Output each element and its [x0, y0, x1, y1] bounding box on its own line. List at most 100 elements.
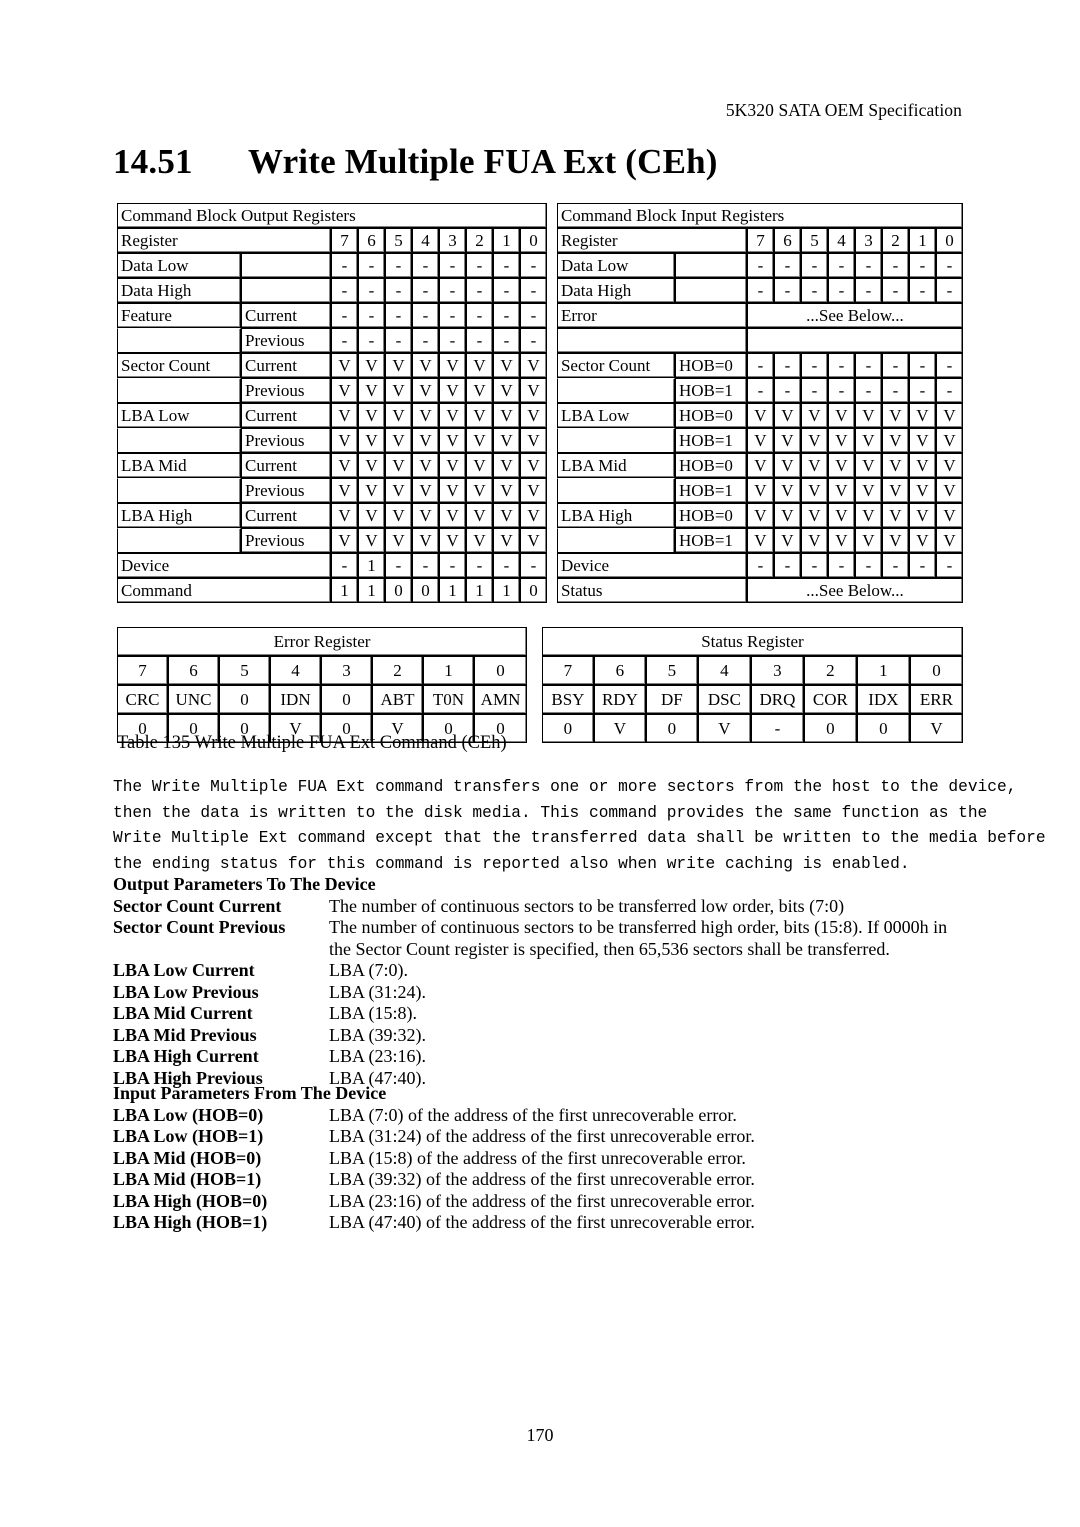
error-register-bit-index-row: 76543210 — [117, 656, 528, 685]
input-table-row-sublabel: HOB=1 — [674, 478, 747, 503]
output-table-bit-value: V — [439, 503, 466, 528]
description-line: The Write Multiple FUA Ext command trans… — [113, 778, 1017, 796]
command-block-register-tables: Command Block Output Registers Register 7 6… — [117, 203, 963, 603]
output-table-bit-value: - — [385, 253, 412, 278]
input-table-row-name — [556, 378, 675, 403]
output-table-bit-value: - — [520, 278, 547, 303]
output-table-bit-value: - — [493, 278, 520, 303]
input-table-bit-value: V — [854, 428, 882, 453]
parameter-description-line: LBA (39:32). — [329, 1024, 426, 1045]
error-register-bit-index: 0 — [474, 656, 528, 685]
status-register-bit-name-row: BSY RDY DF DSC DRQ COR IDX ERR — [541, 685, 963, 714]
input-table-bit-value: V — [908, 428, 936, 453]
output-table-bit-value: V — [466, 503, 493, 528]
input-table-bit-value: V — [827, 428, 855, 453]
output-table-row-name: Data High — [117, 278, 241, 303]
status-register-bit-name: BSY — [541, 685, 594, 714]
output-table-row-sublabel: Previous — [241, 528, 331, 553]
input-table-bit-value: V — [827, 528, 855, 553]
parameter-description: LBA (7:0) of the address of the first un… — [329, 1105, 973, 1127]
input-table-bit-value: - — [881, 278, 909, 303]
output-table-bit-value: V — [520, 453, 547, 478]
parameter-description-line: LBA (39:32) of the address of the first … — [329, 1169, 755, 1189]
input-table-row-sublabel: HOB=1 — [674, 528, 747, 553]
input-table-bit-header: 5 — [800, 228, 828, 253]
input-table-row: Error ...See Below... — [556, 303, 963, 328]
output-table-bit-value: - — [466, 328, 493, 353]
input-parameters-heading: Input Parameters From The Device — [113, 1083, 387, 1103]
parameter-description: LBA (31:24). — [329, 982, 973, 1004]
output-table-bit-value: 1 — [358, 553, 385, 578]
input-table-row-name: Device — [556, 553, 747, 578]
output-table-row-name: Data Low — [117, 253, 241, 278]
input-table-bit-value: - — [935, 553, 963, 578]
output-table-bit-value: 0 — [412, 578, 439, 603]
input-table-row: LBA Mid HOB=0 V V V V V V V V — [556, 453, 963, 478]
input-table-row: HOB=1 V V V V V V V V — [556, 478, 963, 503]
error-register-bit-index: 1 — [423, 656, 474, 685]
output-table-row-name — [117, 378, 241, 403]
output-table-bit-value: V — [439, 428, 466, 453]
input-table-bit-value: - — [827, 553, 855, 578]
output-table-bit-header: 4 — [412, 228, 439, 253]
output-table-bit-value: V — [412, 428, 439, 453]
parameter-row: LBA High Current LBA (23:16). — [113, 1046, 973, 1068]
status-register-bit-index: 4 — [697, 656, 751, 685]
input-table-bit-value: - — [746, 353, 774, 378]
input-table-bit-value: - — [935, 378, 963, 403]
output-table-bit-value: V — [439, 403, 466, 428]
output-table-bit-value: V — [520, 378, 547, 403]
output-table-bit-value: V — [331, 378, 358, 403]
output-table-bit-value: V — [412, 503, 439, 528]
error-register-heading-row: Error Register — [117, 627, 528, 656]
parameter-description-line: LBA (23:16) of the address of the first … — [329, 1190, 755, 1211]
input-table-bit-value: V — [908, 453, 936, 478]
parameter-label: LBA High (HOB=0) — [113, 1190, 268, 1211]
error-register-body: Error Register 7 6 5 4 3 2 1 0 CRC UNC 0 IDN 0 ABT T0N A… — [117, 627, 528, 743]
output-table-bit-value: - — [520, 553, 547, 578]
status-register-bit-value-row: 0V0V-00V — [541, 714, 963, 743]
output-table-bit-value: V — [412, 378, 439, 403]
section-number: 14.51 — [113, 142, 193, 181]
input-table-bit-value: V — [935, 503, 963, 528]
error-register-bit-index: 7 — [117, 656, 168, 685]
input-table-row: LBA High HOB=0 V V V V V V V V — [556, 503, 963, 528]
output-table-bit-value: - — [412, 303, 439, 328]
output-table-row-name: LBA Low — [117, 403, 241, 428]
table-caption: Table 135 Write Multiple FUA Ext Command… — [117, 733, 507, 753]
parameter-description: The number of continuous sectors to be t… — [329, 896, 973, 918]
input-table-bit-value: V — [746, 403, 774, 428]
output-table-bit-value: V — [439, 453, 466, 478]
parameter-description: LBA (23:16) of the address of the first … — [329, 1191, 973, 1213]
parameter-row: LBA Mid Previous LBA (39:32). — [113, 1025, 973, 1047]
output-table-bit-value: 1 — [439, 578, 466, 603]
command-block-input-registers-table: Command Block Input Registers Register 7 6 5… — [556, 203, 963, 603]
output-table-row: Previous V V V V V V V V — [117, 528, 547, 553]
parameter-label: LBA Mid (HOB=1) — [113, 1169, 262, 1189]
input-table-bit-value: - — [935, 253, 963, 278]
output-table-row-sublabel: Previous — [241, 428, 331, 453]
input-table-row-name: Error — [556, 303, 747, 328]
parameter-row: LBA Mid (HOB=0) LBA (15:8) of the address… — [113, 1148, 973, 1170]
input-table-bit-value: - — [854, 378, 882, 403]
input-table-bit-value: - — [800, 253, 828, 278]
input-table-row: Sector Count HOB=0- - - - - - - - — [556, 353, 963, 378]
input-table-bit-value: - — [908, 278, 936, 303]
output-table-row: Device -1- - - - - - — [117, 553, 547, 578]
output-table-bit-value: - — [520, 328, 547, 353]
status-register-bit-value: V — [697, 714, 751, 743]
input-table-row-name: Data High — [556, 278, 675, 303]
output-table-row: Feature Current - - - - - - - - — [117, 303, 547, 328]
input-table-bit-value: V — [746, 503, 774, 528]
input-table-bit-header: 6 — [773, 228, 801, 253]
output-table-bit-value: V — [493, 378, 520, 403]
status-register-bit-value: 0 — [856, 714, 910, 743]
output-table-bit-value: V — [385, 353, 412, 378]
output-table-bit-value: V — [520, 428, 547, 453]
input-table-row-span-value: ...See Below... — [746, 578, 963, 603]
status-register-bit-value: 0 — [645, 714, 698, 743]
input-table-row: HOB=1 V V V V V V V V — [556, 528, 963, 553]
status-register-bit-index: 0 — [909, 656, 963, 685]
error-register-bit-index: 5 — [219, 656, 270, 685]
input-table-row: Status ...See Below... — [556, 578, 963, 603]
